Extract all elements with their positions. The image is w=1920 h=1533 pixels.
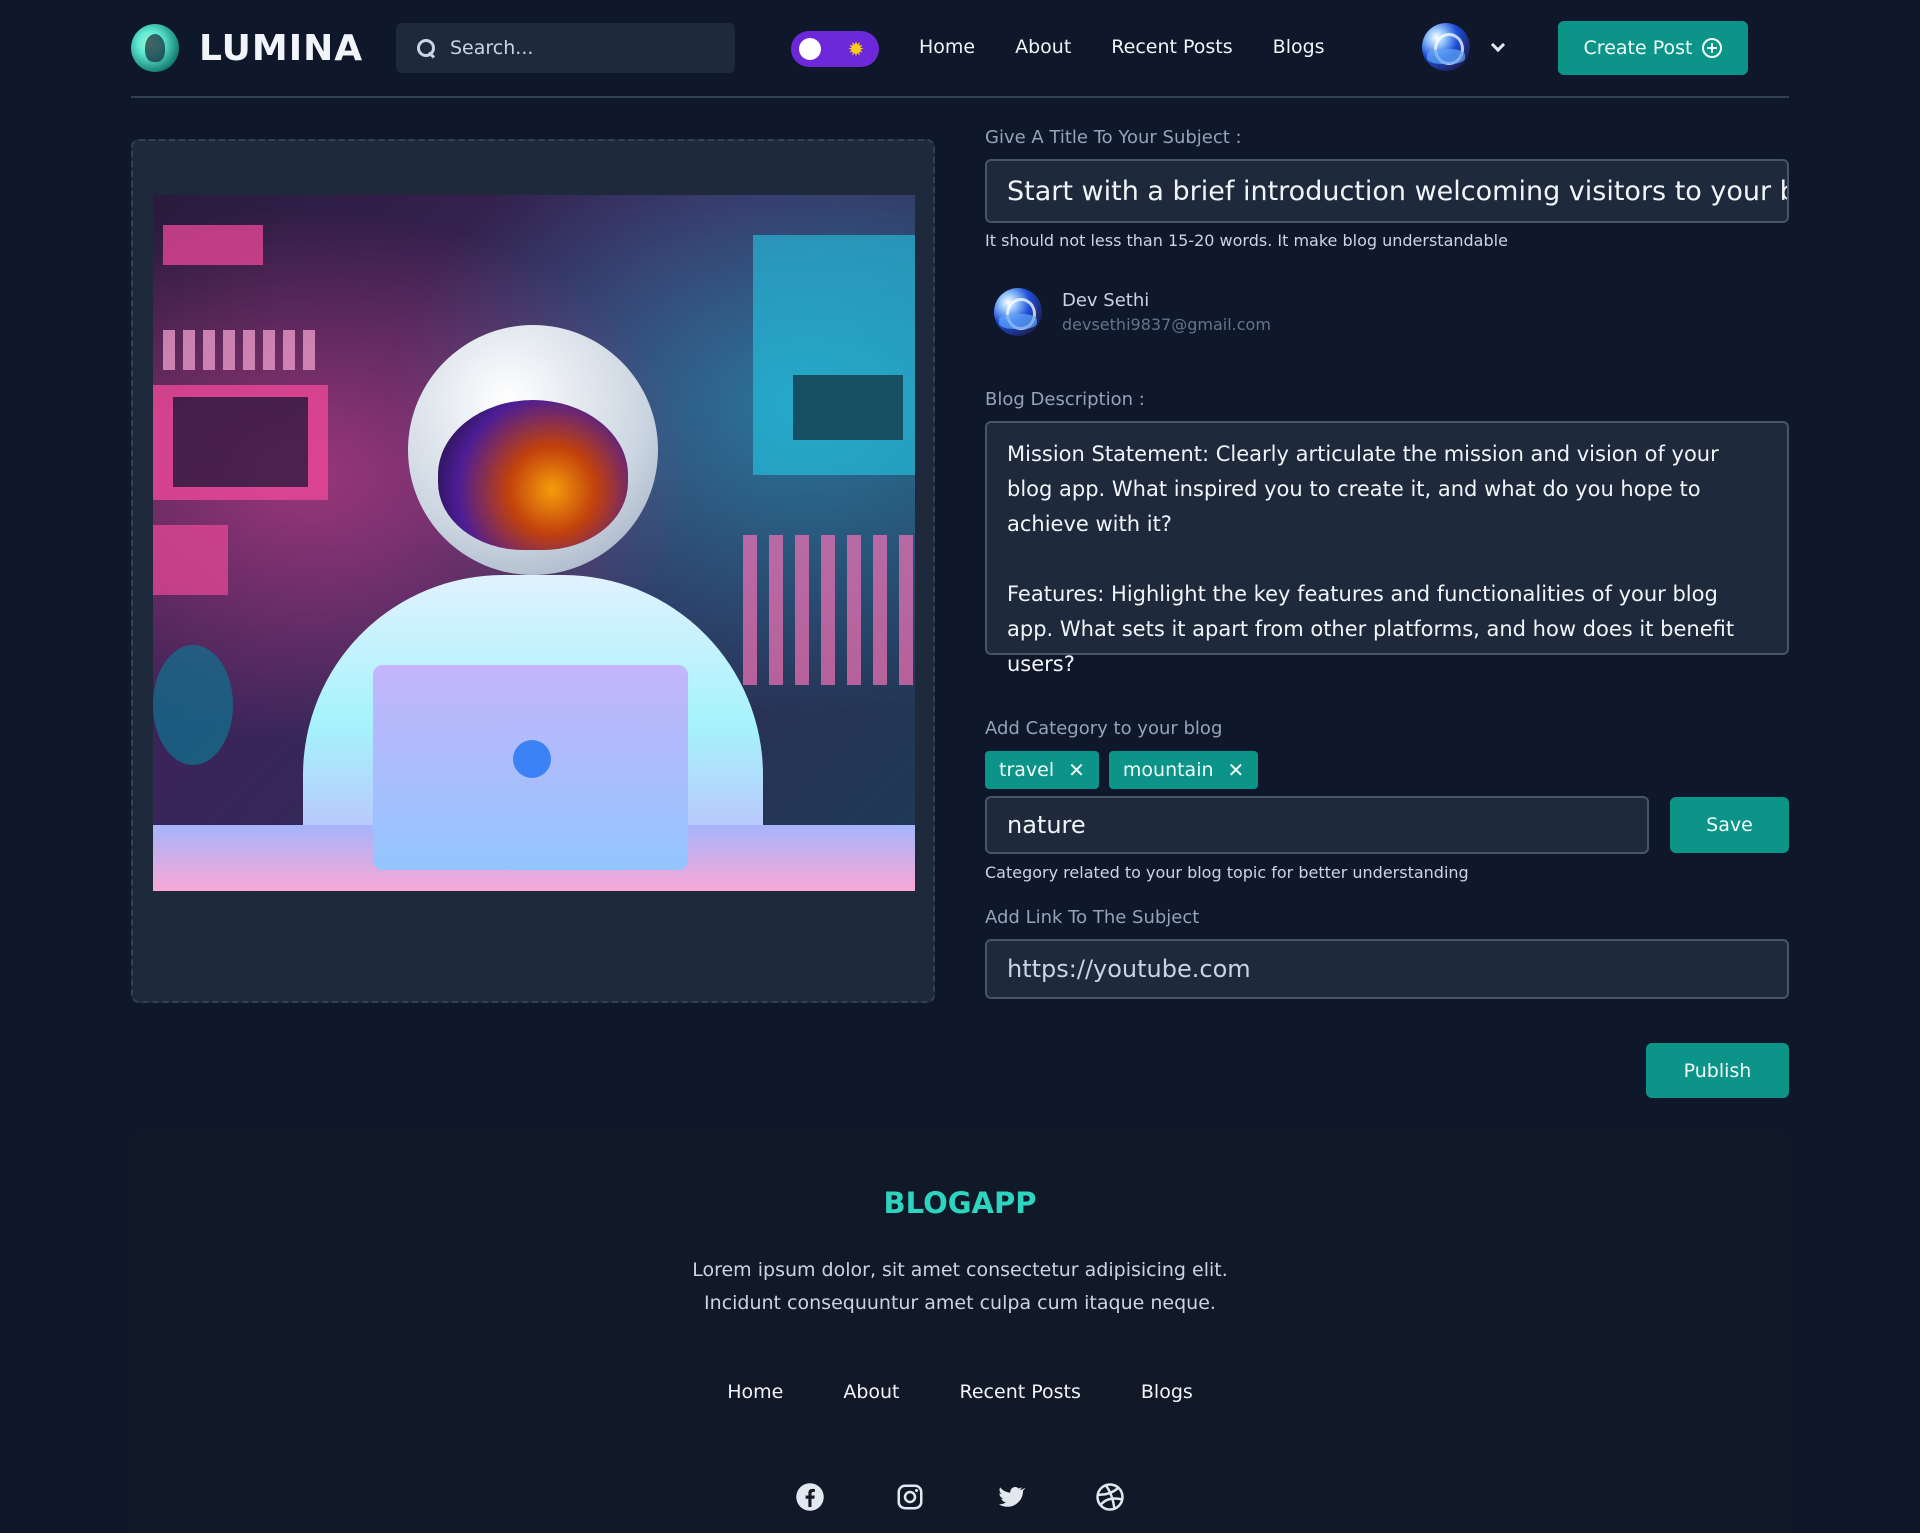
- scene-shape: [153, 645, 233, 765]
- chevron-down-icon[interactable]: [1490, 37, 1506, 53]
- category-label: Add Category to your blog: [985, 718, 1223, 739]
- nav-recent-posts[interactable]: Recent Posts: [1111, 36, 1232, 58]
- title-label: Give A Title To Your Subject :: [985, 127, 1242, 148]
- scene-shape: [793, 375, 903, 440]
- link-input[interactable]: [985, 939, 1789, 999]
- user-avatar[interactable]: [1422, 23, 1470, 71]
- cover-image-astronaut: [153, 195, 915, 891]
- top-navbar: LUMINA ✹ Home About Recent Posts Blogs C…: [131, 0, 1789, 98]
- scene-shape: [153, 525, 228, 595]
- create-post-button[interactable]: Create Post: [1558, 21, 1748, 75]
- footer-description: Lorem ipsum dolor, sit amet consectetur …: [131, 1254, 1789, 1320]
- description-label: Blog Description :: [985, 389, 1145, 410]
- link-label: Add Link To The Subject: [985, 907, 1200, 928]
- scene-shape: [743, 535, 915, 685]
- instagram-icon[interactable]: [895, 1482, 925, 1512]
- author-avatar: [994, 288, 1042, 336]
- nav-blogs[interactable]: Blogs: [1273, 36, 1325, 58]
- publish-button[interactable]: Publish: [1646, 1043, 1789, 1098]
- astronaut-visor: [438, 400, 628, 550]
- main-nav: Home About Recent Posts Blogs: [919, 36, 1325, 58]
- footer-nav-recent-posts[interactable]: Recent Posts: [960, 1381, 1081, 1403]
- tag-label: travel: [999, 759, 1055, 781]
- footer-text-line: Lorem ipsum dolor, sit amet consectetur …: [692, 1259, 1228, 1281]
- save-button[interactable]: Save: [1670, 797, 1789, 853]
- tag-label: mountain: [1122, 759, 1214, 781]
- search-icon: [416, 38, 436, 58]
- category-tag: mountain ✕: [1108, 751, 1259, 789]
- toggle-knob: [799, 38, 821, 60]
- author-email: devsethi9837@gmail.com: [1062, 315, 1271, 334]
- footer-nav-home[interactable]: Home: [727, 1381, 783, 1403]
- description-paragraph: Features: Highlight the key features and…: [1007, 582, 1735, 676]
- footer-text-line: Incidunt consequuntur amet culpa cum ita…: [704, 1292, 1216, 1314]
- laptop-logo: [513, 740, 551, 778]
- footer-nav: Home About Recent Posts Blogs: [131, 1381, 1789, 1403]
- nav-home[interactable]: Home: [919, 36, 975, 58]
- title-hint: It should not less than 15-20 words. It …: [985, 231, 1508, 250]
- nav-about[interactable]: About: [1015, 36, 1071, 58]
- search-bar: [396, 23, 735, 73]
- brand-name: LUMINA: [199, 27, 364, 69]
- author-name: Dev Sethi: [1062, 290, 1150, 311]
- theme-toggle[interactable]: ✹: [791, 31, 879, 67]
- brand-logo[interactable]: LUMINA: [131, 24, 363, 72]
- scene-shape: [163, 330, 323, 370]
- close-icon[interactable]: ✕: [1068, 760, 1085, 780]
- footer-nav-about[interactable]: About: [843, 1381, 899, 1403]
- category-tags: travel ✕ mountain ✕: [985, 751, 1259, 789]
- scene-shape: [153, 385, 328, 500]
- create-post-label: Create Post: [1583, 37, 1693, 59]
- footer-brand: BLOGAPP: [883, 1186, 1037, 1220]
- facebook-icon[interactable]: [795, 1482, 825, 1512]
- plus-circle-icon: [1702, 38, 1723, 58]
- description-textarea[interactable]: Mission Statement: Clearly articulate th…: [985, 421, 1789, 676]
- description-paragraph: Mission Statement: Clearly articulate th…: [1007, 442, 1719, 536]
- footer: BLOGAPP Lorem ipsum dolor, sit amet cons…: [131, 1128, 1789, 1533]
- scene-shape: [163, 225, 263, 265]
- title-input[interactable]: Start with a brief introduction welcomin…: [985, 159, 1789, 223]
- sun-icon: ✹: [847, 37, 865, 61]
- footer-nav-blogs[interactable]: Blogs: [1141, 1381, 1193, 1403]
- social-links: [131, 1482, 1789, 1512]
- category-input[interactable]: [985, 796, 1649, 854]
- logo-icon: [131, 24, 179, 72]
- category-hint: Category related to your blog topic for …: [985, 863, 1469, 882]
- close-icon[interactable]: ✕: [1228, 760, 1245, 780]
- image-upload-area[interactable]: [131, 139, 935, 1003]
- author-card: Dev Sethi devsethi9837@gmail.com: [994, 288, 1271, 336]
- twitter-icon[interactable]: [995, 1482, 1025, 1512]
- search-input[interactable]: [450, 37, 710, 59]
- dribbble-icon[interactable]: [1095, 1482, 1125, 1512]
- category-tag: travel ✕: [985, 751, 1099, 789]
